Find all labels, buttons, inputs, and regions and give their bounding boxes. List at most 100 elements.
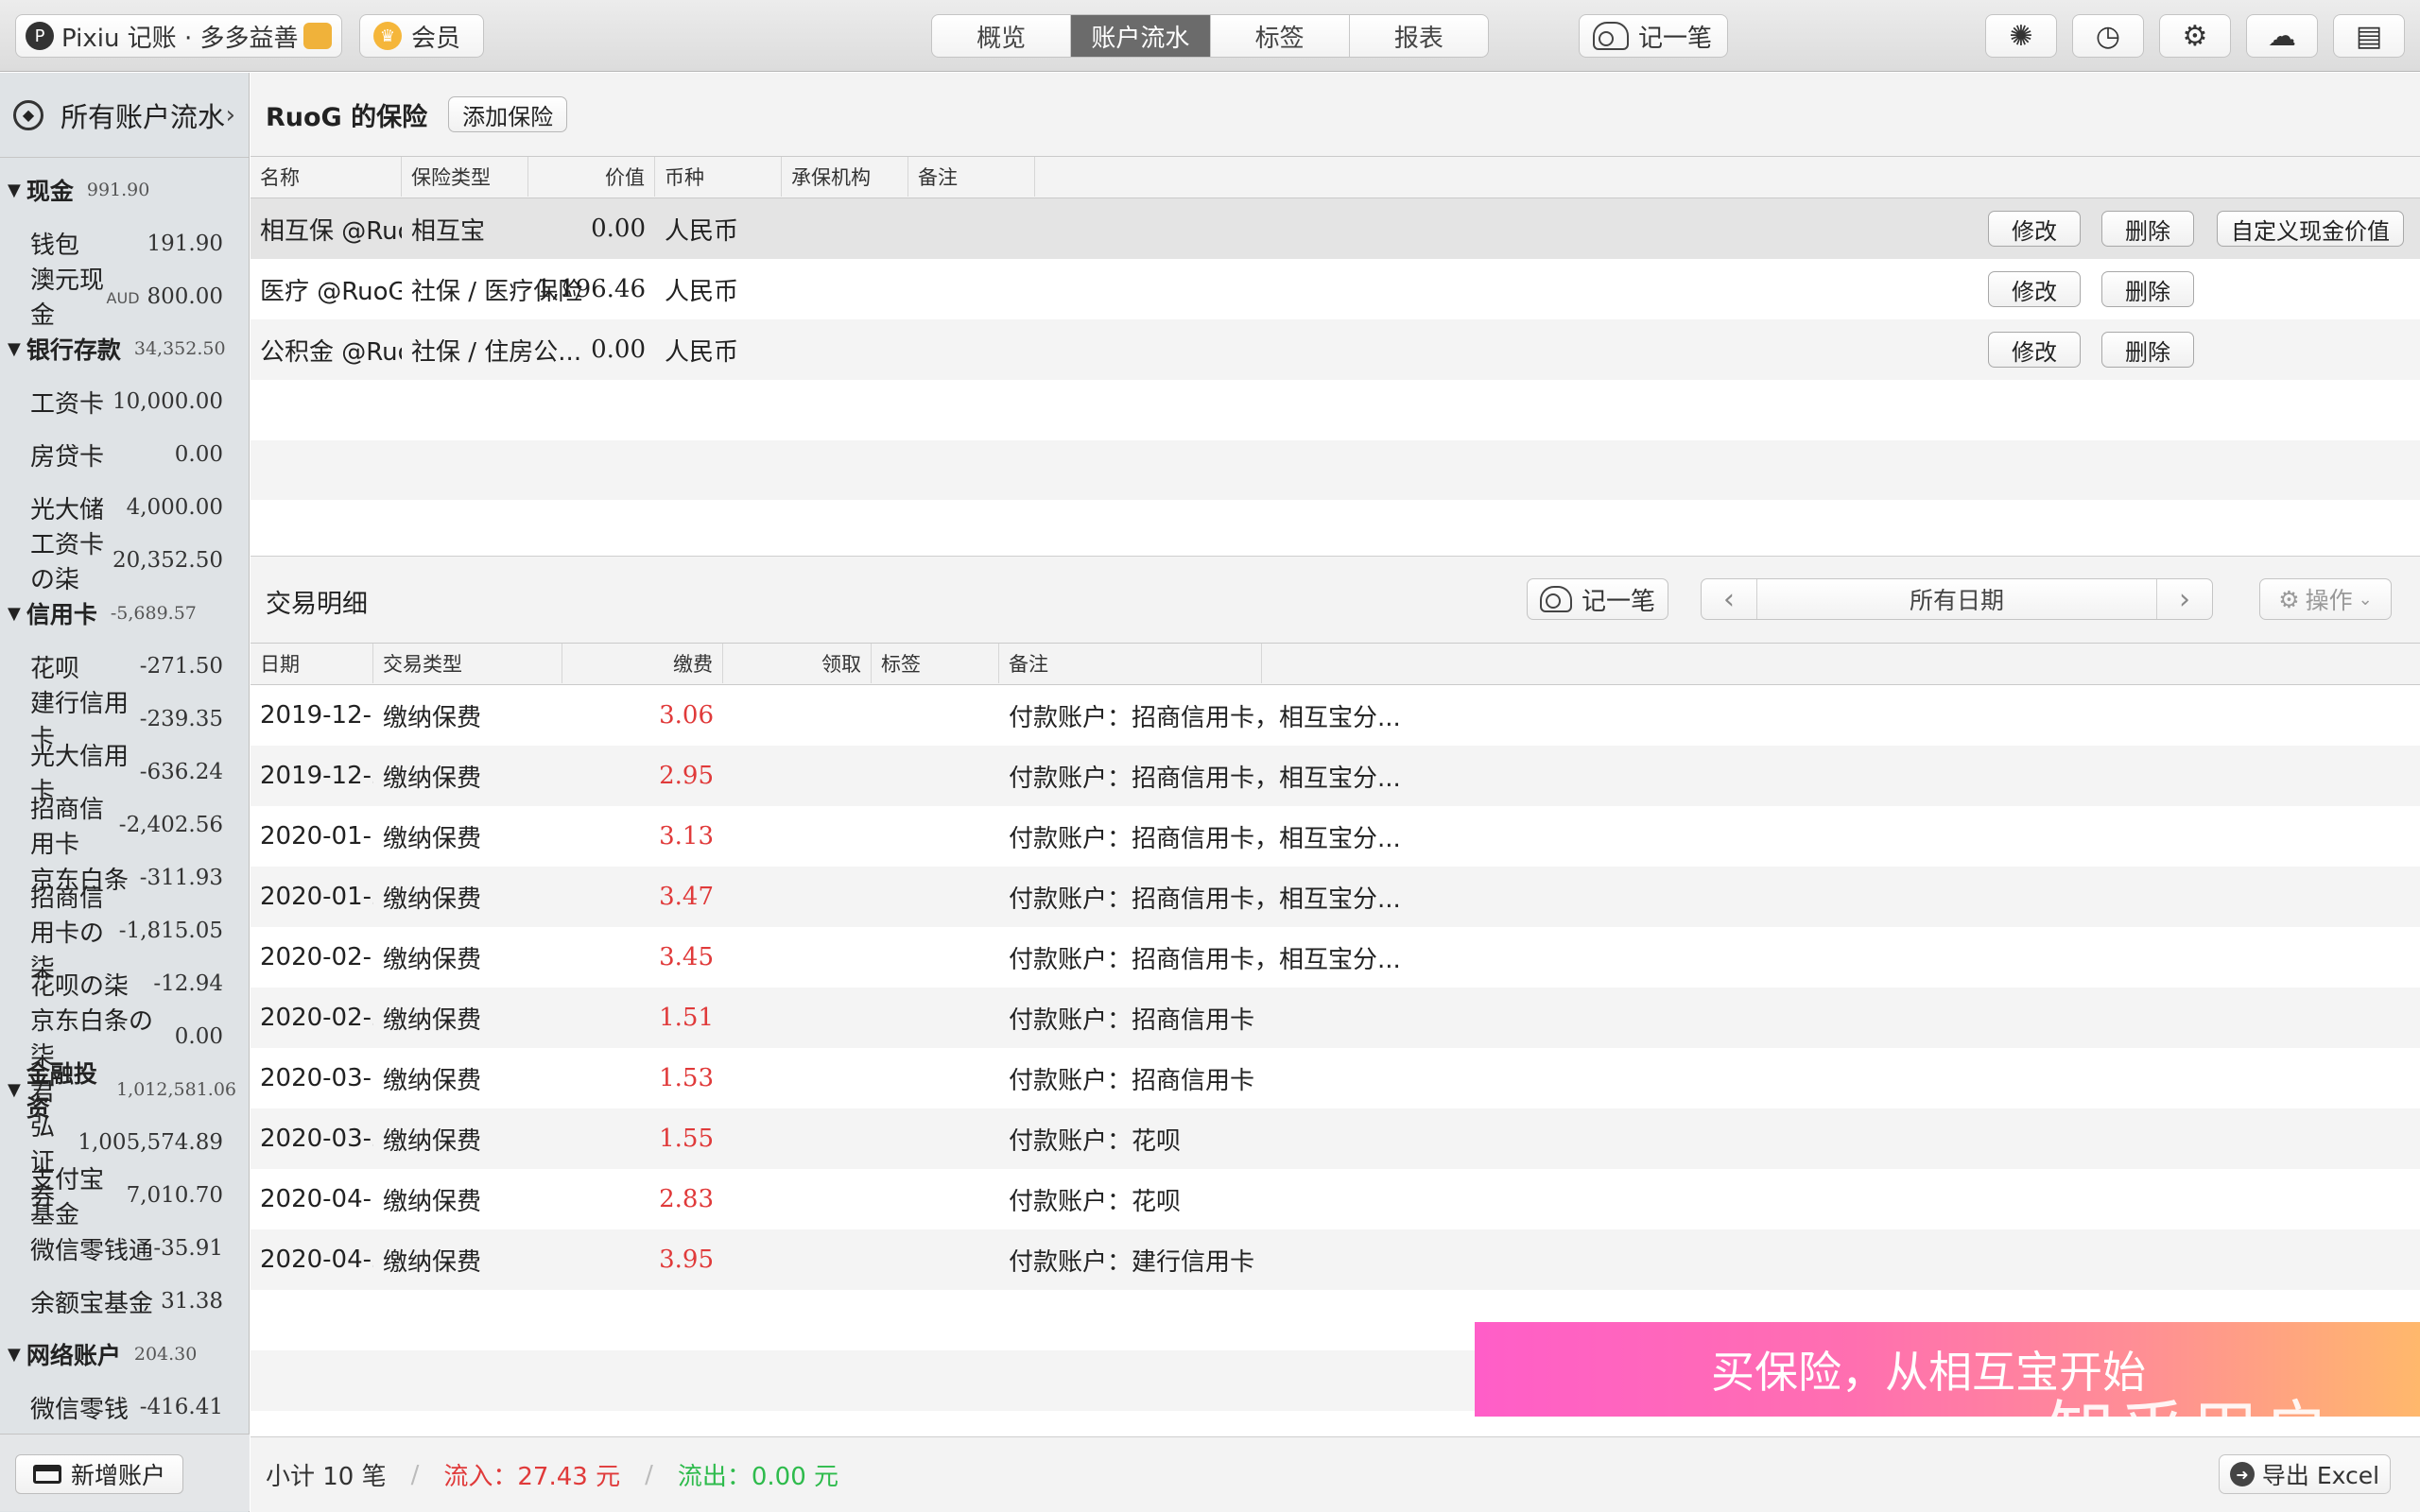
- tab-reports[interactable]: 报表: [1350, 15, 1488, 57]
- col-insurer[interactable]: 承保机构: [782, 157, 908, 197]
- date-filter[interactable]: 所有日期: [1756, 579, 2157, 619]
- account-item[interactable]: 房贷卡 0.00: [0, 428, 236, 481]
- account-value: -636.24: [139, 760, 223, 784]
- col-insurance-type[interactable]: 保险类型: [402, 157, 528, 197]
- account-group-cash[interactable]: ▼ 现金 991.90: [0, 163, 236, 216]
- tab-account-flow[interactable]: 账户流水: [1071, 15, 1211, 57]
- col-tag[interactable]: 标签: [872, 644, 999, 683]
- transaction-receive: [723, 867, 872, 927]
- settings-button[interactable]: ⚙: [2159, 14, 2231, 58]
- transaction-type: 缴纳保费: [383, 824, 482, 853]
- transaction-row[interactable]: 2020-02-28 缴纳保费 1.51 付款账户：招商信用卡: [251, 988, 2420, 1048]
- sparkle-button[interactable]: ✺: [1985, 14, 2057, 58]
- transaction-row[interactable]: 2020-01-28 缴纳保费 3.47 付款账户：招商信用卡，相互宝分...: [251, 867, 2420, 927]
- transaction-tag: [872, 746, 999, 806]
- account-item[interactable]: 工资卡 10,000.00: [0, 375, 236, 428]
- col-transaction-type[interactable]: 交易类型: [373, 644, 562, 683]
- transaction-row[interactable]: 2020-03-28 缴纳保费 1.55 付款账户：花呗: [251, 1108, 2420, 1169]
- vip-button[interactable]: ♛ 会员: [359, 14, 484, 58]
- transaction-date: 2020-02-28: [260, 1004, 373, 1032]
- transaction-row[interactable]: 2020-04-28 缴纳保费 3.95 付款账户：建行信用卡: [251, 1229, 2420, 1290]
- col-receive[interactable]: 领取: [723, 644, 872, 683]
- transaction-note: 付款账户：招商信用卡，相互宝分...: [1009, 703, 1401, 732]
- transaction-tag: [872, 867, 999, 927]
- col-value[interactable]: 价值: [528, 157, 655, 197]
- account-item[interactable]: 招商信用卡 -2,402.56: [0, 796, 236, 859]
- abacus-icon: [1593, 22, 1629, 50]
- edit-button[interactable]: 修改: [1988, 332, 2081, 368]
- insurance-row[interactable]: 公积金 @RuoG 社保 / 住房公... 0.00 人民币 修改 删除: [251, 319, 2420, 380]
- transaction-note: 付款账户：花呗: [1009, 1126, 1182, 1156]
- record-entry-label: 记一笔: [1638, 24, 1713, 53]
- account-value: 0.00: [174, 442, 223, 467]
- record-entry-button[interactable]: 记一笔: [1579, 14, 1728, 58]
- col-payment[interactable]: 缴费: [562, 644, 723, 683]
- col-note[interactable]: 备注: [908, 157, 1035, 197]
- transaction-row[interactable]: 2020-01-14 缴纳保费 3.13 付款账户：招商信用卡，相互宝分...: [251, 806, 2420, 867]
- transaction-count: 小计 10 笔: [266, 1463, 387, 1491]
- transaction-type: 缴纳保费: [383, 885, 482, 914]
- group-total: 1,012,581.06: [116, 1079, 236, 1100]
- message-button[interactable]: ▤: [2333, 14, 2405, 58]
- edit-button[interactable]: 修改: [1988, 271, 2081, 307]
- transaction-tag: [872, 685, 999, 746]
- account-item[interactable]: 工资卡の柒 20,352.50: [0, 531, 236, 594]
- account-item[interactable]: 余额宝基金 31.38: [0, 1275, 236, 1328]
- insurance-row[interactable]: 医疗 @RuoG 社保 / 医疗保险 1,196.46 人民币 修改 删除: [251, 259, 2420, 319]
- col-date[interactable]: 日期: [251, 644, 373, 683]
- export-arrow-icon: ➜: [2229, 1462, 2255, 1486]
- next-period-button[interactable]: ›: [2157, 579, 2212, 619]
- delete-button[interactable]: 删除: [2101, 211, 2194, 247]
- insurance-value: 0.00: [591, 215, 646, 243]
- tab-tags[interactable]: 标签: [1211, 15, 1350, 57]
- cloud-sync-button[interactable]: ☁: [2246, 14, 2318, 58]
- custom-cash-value-button[interactable]: 自定义现金价值: [2217, 211, 2404, 247]
- account-value: -239.35: [139, 707, 223, 731]
- transaction-payment: 2.95: [659, 762, 714, 790]
- account-group-online[interactable]: ▼ 网络账户 204.30: [0, 1328, 236, 1381]
- app-menu-button[interactable]: P Pixiu 记账 · 多多益善: [15, 14, 342, 58]
- previous-period-button[interactable]: ‹: [1702, 579, 1756, 619]
- add-insurance-button[interactable]: 添加保险: [448, 96, 568, 132]
- export-excel-button[interactable]: ➜ 导出 Excel: [2219, 1454, 2391, 1494]
- transaction-row[interactable]: 2020-03-14 缴纳保费 1.53 付款账户：招商信用卡: [251, 1048, 2420, 1108]
- account-item[interactable]: 微信零钱 -416.41: [0, 1381, 236, 1434]
- delete-button[interactable]: 删除: [2101, 271, 2194, 307]
- main-view-tabs: 概览 账户流水 标签 报表: [931, 14, 1489, 58]
- disclosure-triangle-icon: ▼: [8, 1079, 21, 1100]
- transaction-date: 2020-01-14: [260, 822, 373, 850]
- col-currency[interactable]: 币种: [655, 157, 782, 197]
- transactions-record-button[interactable]: 记一笔: [1527, 578, 1668, 620]
- delete-button[interactable]: 删除: [2101, 332, 2194, 368]
- chevron-down-icon: ⌄: [2358, 589, 2373, 610]
- crown-icon: ♛: [373, 22, 402, 50]
- transaction-row[interactable]: 2019-12-14 缴纳保费 3.06 付款账户：招商信用卡，相互宝分...: [251, 685, 2420, 746]
- account-item[interactable]: 招商信用卡の柒 -1,815.05: [0, 885, 236, 983]
- transaction-payment: 3.06: [659, 701, 714, 730]
- account-name: 招商信用卡: [30, 796, 105, 859]
- operations-menu[interactable]: ⚙ 操作 ⌄: [2259, 578, 2392, 620]
- account-item[interactable]: 澳元现金 AUD 800.00: [0, 266, 236, 330]
- transaction-row[interactable]: 2020-02-13 缴纳保费 3.45 付款账户：招商信用卡，相互宝分...: [251, 927, 2420, 988]
- transaction-row[interactable]: 2019-12-28 缴纳保费 2.95 付款账户：招商信用卡，相互宝分...: [251, 746, 2420, 806]
- edit-button[interactable]: 修改: [1988, 211, 2081, 247]
- tab-overview[interactable]: 概览: [932, 15, 1072, 57]
- insurance-name: 公积金 @RuoG: [260, 337, 402, 367]
- account-value: -12.94: [153, 971, 223, 996]
- insurance-row-selected[interactable]: 相互保 @RuoG 相互宝 0.00 人民币 修改 删除 自定义现金价值: [251, 198, 2420, 259]
- account-item[interactable]: 支付宝基金 7,010.70: [0, 1166, 236, 1229]
- col-note[interactable]: 备注: [999, 644, 1262, 683]
- chevron-left-icon: ‹: [1723, 582, 1735, 616]
- vip-label: 会员: [411, 24, 461, 53]
- timer-button[interactable]: ◷: [2072, 14, 2144, 58]
- group-total: 34,352.50: [133, 338, 226, 359]
- col-name[interactable]: 名称: [251, 157, 402, 197]
- account-name: 澳元现金: [30, 266, 105, 330]
- group-name: 网络账户: [26, 1342, 121, 1369]
- inflow-total: 流入：27.43 元: [443, 1463, 621, 1491]
- transaction-row[interactable]: 2020-04-17 缴纳保费 2.83 付款账户：花呗: [251, 1169, 2420, 1229]
- all-accounts-header[interactable]: ◆ 所有账户流水 ›: [0, 73, 249, 158]
- add-account-button[interactable]: 新增账户: [15, 1454, 183, 1494]
- transaction-receive: [723, 1108, 872, 1169]
- transactions-title: 交易明细: [266, 590, 368, 619]
